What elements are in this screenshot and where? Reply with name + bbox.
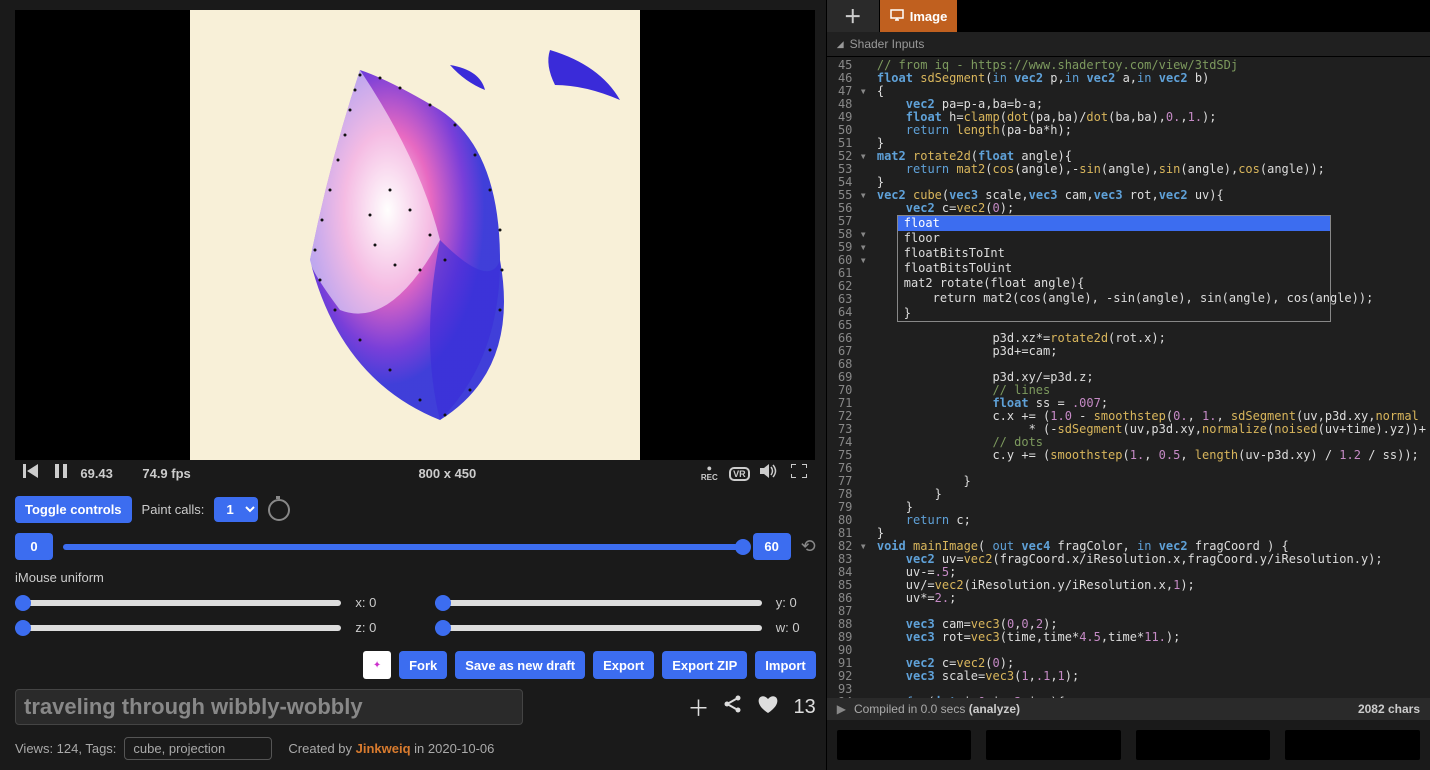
compile-status-bar: ▶ Compiled in 0.0 secs (analyze) 2082 ch…: [827, 698, 1430, 720]
shader-title-input[interactable]: [15, 689, 523, 725]
record-button[interactable]: ●REC: [698, 464, 720, 482]
channel-3[interactable]: [1285, 730, 1420, 760]
fork-button[interactable]: Fork: [399, 651, 447, 679]
export-button[interactable]: Export: [593, 651, 654, 679]
playback-bar: 69.43 74.9 fps 800 x 450 ●REC VR: [15, 460, 815, 486]
timeline-slider[interactable]: [63, 544, 743, 550]
timeline-end[interactable]: 60: [753, 533, 791, 560]
share-icon[interactable]: [723, 694, 743, 720]
imouse-y-slider[interactable]: [435, 600, 761, 606]
stopwatch-icon[interactable]: [268, 499, 290, 521]
editor-tabs: ＋ Image: [827, 0, 1430, 32]
shader-inputs-panel[interactable]: ◢ Shader Inputs: [827, 32, 1430, 57]
channel-0[interactable]: [837, 730, 972, 760]
collapse-icon: ◢: [837, 39, 844, 50]
imouse-z-slider[interactable]: [15, 625, 341, 631]
imouse-x-slider[interactable]: [15, 600, 341, 606]
views-label: Views: 124, Tags:: [15, 741, 116, 756]
autocomplete-popup[interactable]: floatfloorfloatBitsToIntfloatBitsToUintm…: [897, 215, 1331, 322]
paint-calls-label: Paint calls:: [142, 502, 205, 517]
import-button[interactable]: Import: [755, 651, 815, 679]
imouse-z-value: z: 0: [355, 620, 395, 635]
created-by: Created by Jinkweiq in 2020-10-06: [288, 741, 494, 756]
tags-input[interactable]: [124, 737, 272, 760]
paint-calls-select[interactable]: 1: [214, 497, 258, 522]
like-button[interactable]: [757, 694, 779, 720]
preview-thumbnail[interactable]: ✦: [363, 651, 391, 679]
channel-thumbnails: [827, 720, 1430, 770]
loop-icon[interactable]: ⟲: [801, 536, 816, 557]
save-draft-button[interactable]: Save as new draft: [455, 651, 585, 679]
vr-button[interactable]: VR: [728, 464, 750, 482]
shader-canvas-container: [15, 10, 815, 460]
author-link[interactable]: Jinkweiq: [356, 741, 411, 756]
time-display: 69.43: [80, 466, 134, 481]
play-compile-icon[interactable]: ▶: [837, 702, 846, 716]
shader-inputs-label: Shader Inputs: [850, 37, 925, 51]
imouse-y-value: y: 0: [776, 595, 816, 610]
shader-canvas[interactable]: [190, 10, 640, 460]
rewind-button[interactable]: [20, 464, 42, 483]
code-editor[interactable]: 45 46 47 ▾ 48 49 50 51 52 ▾ 53 54 55 ▾ 5…: [827, 57, 1430, 698]
resolution-display: 800 x 450: [418, 466, 476, 481]
compile-status: Compiled in 0.0 secs (analyze): [854, 702, 1020, 716]
export-zip-button[interactable]: Export ZIP: [662, 651, 747, 679]
channel-2[interactable]: [1136, 730, 1271, 760]
char-count: 2082 chars: [1358, 702, 1420, 716]
pause-button[interactable]: [50, 464, 72, 483]
tab-image[interactable]: Image: [880, 0, 959, 32]
monitor-icon: [890, 9, 904, 24]
timeline-start[interactable]: 0: [15, 533, 53, 560]
toggle-controls-button[interactable]: Toggle controls: [15, 496, 132, 523]
add-icon[interactable]: ＋: [687, 691, 709, 723]
imouse-x-value: x: 0: [355, 595, 395, 610]
fullscreen-button[interactable]: [788, 464, 810, 483]
line-gutter: 45 46 47 ▾ 48 49 50 51 52 ▾ 53 54 55 ▾ 5…: [827, 57, 873, 698]
fps-display: 74.9 fps: [142, 466, 196, 481]
imouse-w-slider[interactable]: [435, 625, 761, 631]
tab-image-label: Image: [910, 9, 948, 24]
channel-1[interactable]: [986, 730, 1121, 760]
code-area[interactable]: // from iq - https://www.shadertoy.com/v…: [873, 57, 1430, 698]
add-tab-button[interactable]: ＋: [827, 0, 880, 32]
like-count: 13: [793, 696, 815, 719]
imouse-w-value: w: 0: [776, 620, 816, 635]
analyze-link[interactable]: (analyze): [969, 702, 1020, 716]
volume-button[interactable]: [758, 464, 780, 483]
imouse-label: iMouse uniform: [15, 570, 816, 585]
